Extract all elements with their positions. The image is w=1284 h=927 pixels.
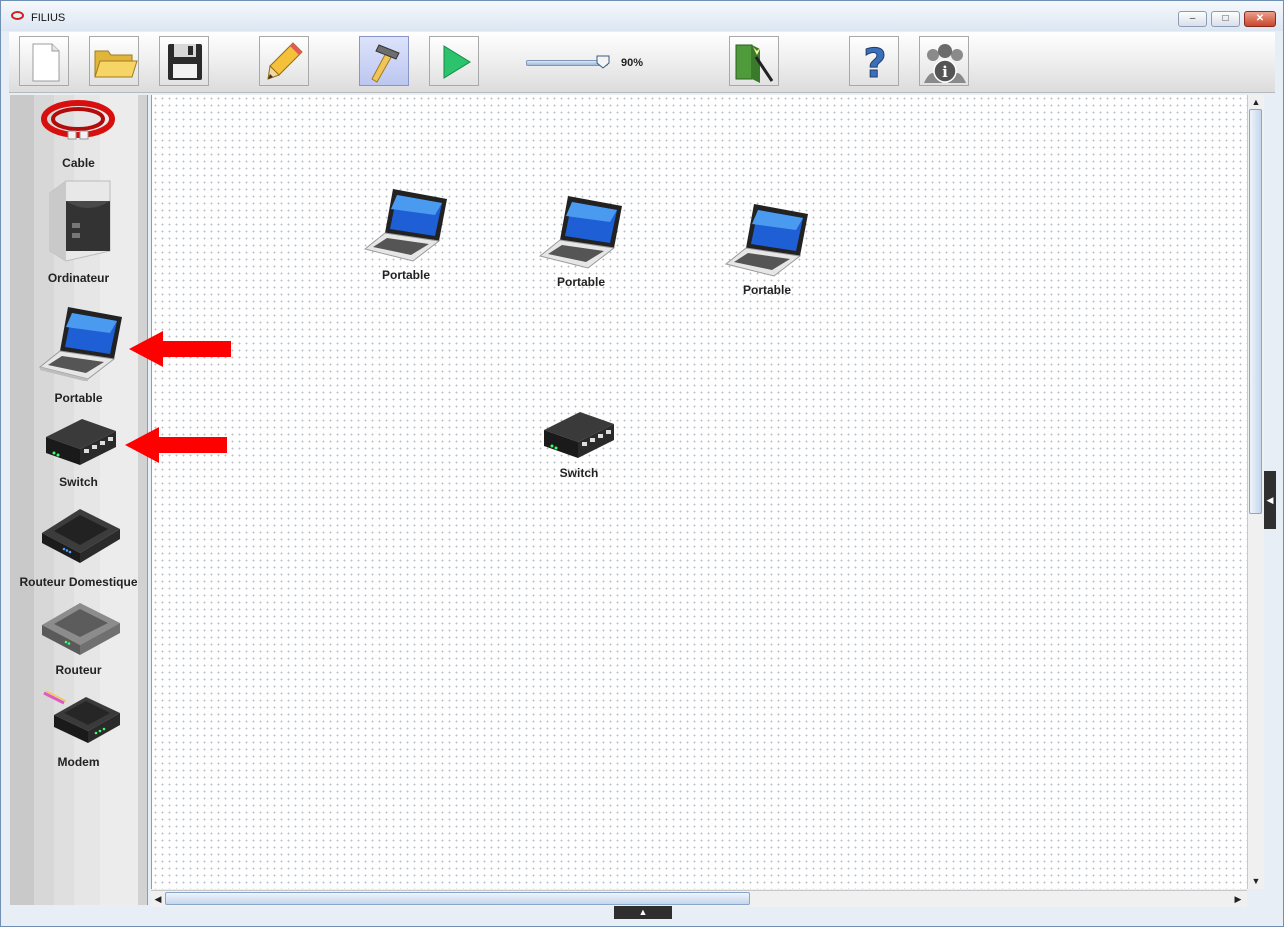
- bottom-panel-toggle-icon[interactable]: ▲: [614, 906, 672, 919]
- palette-label-switch: Switch: [59, 475, 98, 489]
- laptop-icon: [724, 204, 808, 277]
- title-bar: FILIUS – □ ✕: [1, 1, 1283, 31]
- play-icon: [443, 45, 471, 79]
- new-file-icon: [32, 43, 60, 82]
- red-arrow-pointing-switch: [125, 427, 227, 463]
- palette-label-ordinateur: Ordinateur: [47, 271, 110, 285]
- scroll-right-arrow-icon[interactable]: ▶: [1231, 892, 1245, 906]
- scroll-up-arrow-icon[interactable]: ▲: [1249, 95, 1263, 109]
- network-canvas[interactable]: Portable Portable Portable Switch: [151, 95, 1248, 889]
- canvas-node-portable-3[interactable]: Portable: [712, 198, 822, 298]
- palette-label-modem: Modem: [57, 755, 100, 769]
- red-arrow-pointing-portable: [129, 331, 231, 367]
- laptop-icon: [363, 189, 447, 262]
- palette-item-cable[interactable]: Cable: [10, 95, 147, 175]
- window-title: FILIUS: [31, 12, 66, 24]
- svg-text:i: i: [942, 63, 948, 81]
- save-icon: [168, 44, 202, 80]
- maximize-button[interactable]: □: [1211, 11, 1240, 27]
- component-palette: Cable Ordinateur Portable Switch Routeur…: [10, 95, 148, 905]
- help-icon: ?: [863, 41, 887, 88]
- home-router-icon: [42, 509, 120, 563]
- palette-label-routeur: Routeur: [55, 663, 102, 677]
- palette-item-modem[interactable]: Modem: [10, 689, 147, 779]
- vertical-scrollbar[interactable]: ▲ ▼: [1247, 95, 1264, 889]
- zoom-level-label: 90%: [621, 57, 644, 69]
- new-file-button[interactable]: [19, 36, 69, 86]
- open-folder-icon: [94, 50, 138, 78]
- palette-label-routeur-domestique: Routeur Domestique: [19, 575, 138, 589]
- scroll-left-arrow-icon[interactable]: ◀: [151, 892, 165, 906]
- router-icon: [42, 603, 120, 655]
- filius-logo-icon: [11, 11, 24, 20]
- palette-label-cable: Cable: [62, 156, 95, 170]
- node-label: Switch: [559, 466, 599, 480]
- hammer-icon: [371, 44, 400, 83]
- open-folder-button[interactable]: [89, 36, 139, 86]
- palette-item-portable[interactable]: Portable: [10, 299, 147, 405]
- toolbar: 90% ? i: [9, 32, 1275, 93]
- canvas-node-portable-2[interactable]: Portable: [526, 190, 636, 290]
- scroll-down-arrow-icon[interactable]: ▼: [1249, 874, 1263, 888]
- svg-text:?: ?: [863, 41, 886, 87]
- node-label: Portable: [381, 268, 430, 282]
- horizontal-scrollbar[interactable]: ◀ ▶: [151, 890, 1247, 907]
- laptop-icon: [538, 196, 622, 269]
- modem-icon: [43, 690, 120, 743]
- node-label: Portable: [742, 283, 791, 297]
- wizard-button[interactable]: [729, 36, 779, 86]
- palette-item-routeur-domestique[interactable]: Routeur Domestique: [10, 501, 147, 591]
- palette-label-portable: Portable: [54, 391, 103, 405]
- zoom-slider-thumb[interactable]: [596, 55, 610, 69]
- close-button[interactable]: ✕: [1244, 11, 1276, 27]
- design-pencil-icon: [267, 42, 303, 80]
- save-button[interactable]: [159, 36, 209, 86]
- laptop-icon: [38, 307, 122, 381]
- side-panel-toggle-icon[interactable]: ◀: [1264, 471, 1276, 529]
- horizontal-scroll-thumb[interactable]: [165, 892, 750, 905]
- palette-item-routeur[interactable]: Routeur: [10, 595, 147, 685]
- vertical-scroll-thumb[interactable]: [1249, 109, 1262, 514]
- canvas-node-switch[interactable]: Switch: [524, 408, 634, 488]
- simulation-play-button[interactable]: [429, 36, 479, 86]
- hammer-tool-button[interactable]: [359, 36, 409, 86]
- design-mode-button[interactable]: [259, 36, 309, 86]
- cable-icon: [41, 100, 115, 140]
- computer-icon: [49, 180, 111, 262]
- palette-item-ordinateur[interactable]: Ordinateur: [10, 169, 147, 285]
- info-button[interactable]: i: [919, 36, 969, 86]
- wizard-icon: [735, 44, 774, 83]
- filius-window: FILIUS – □ ✕ 90% ? i Cable Ordinateur Po…: [0, 0, 1284, 927]
- info-icon: i: [924, 44, 966, 83]
- minimize-button[interactable]: –: [1178, 11, 1207, 27]
- help-button[interactable]: ?: [849, 36, 899, 88]
- switch-icon: [46, 419, 116, 465]
- canvas-node-portable-1[interactable]: Portable: [351, 183, 461, 283]
- switch-icon: [544, 412, 614, 458]
- node-label: Portable: [556, 275, 605, 289]
